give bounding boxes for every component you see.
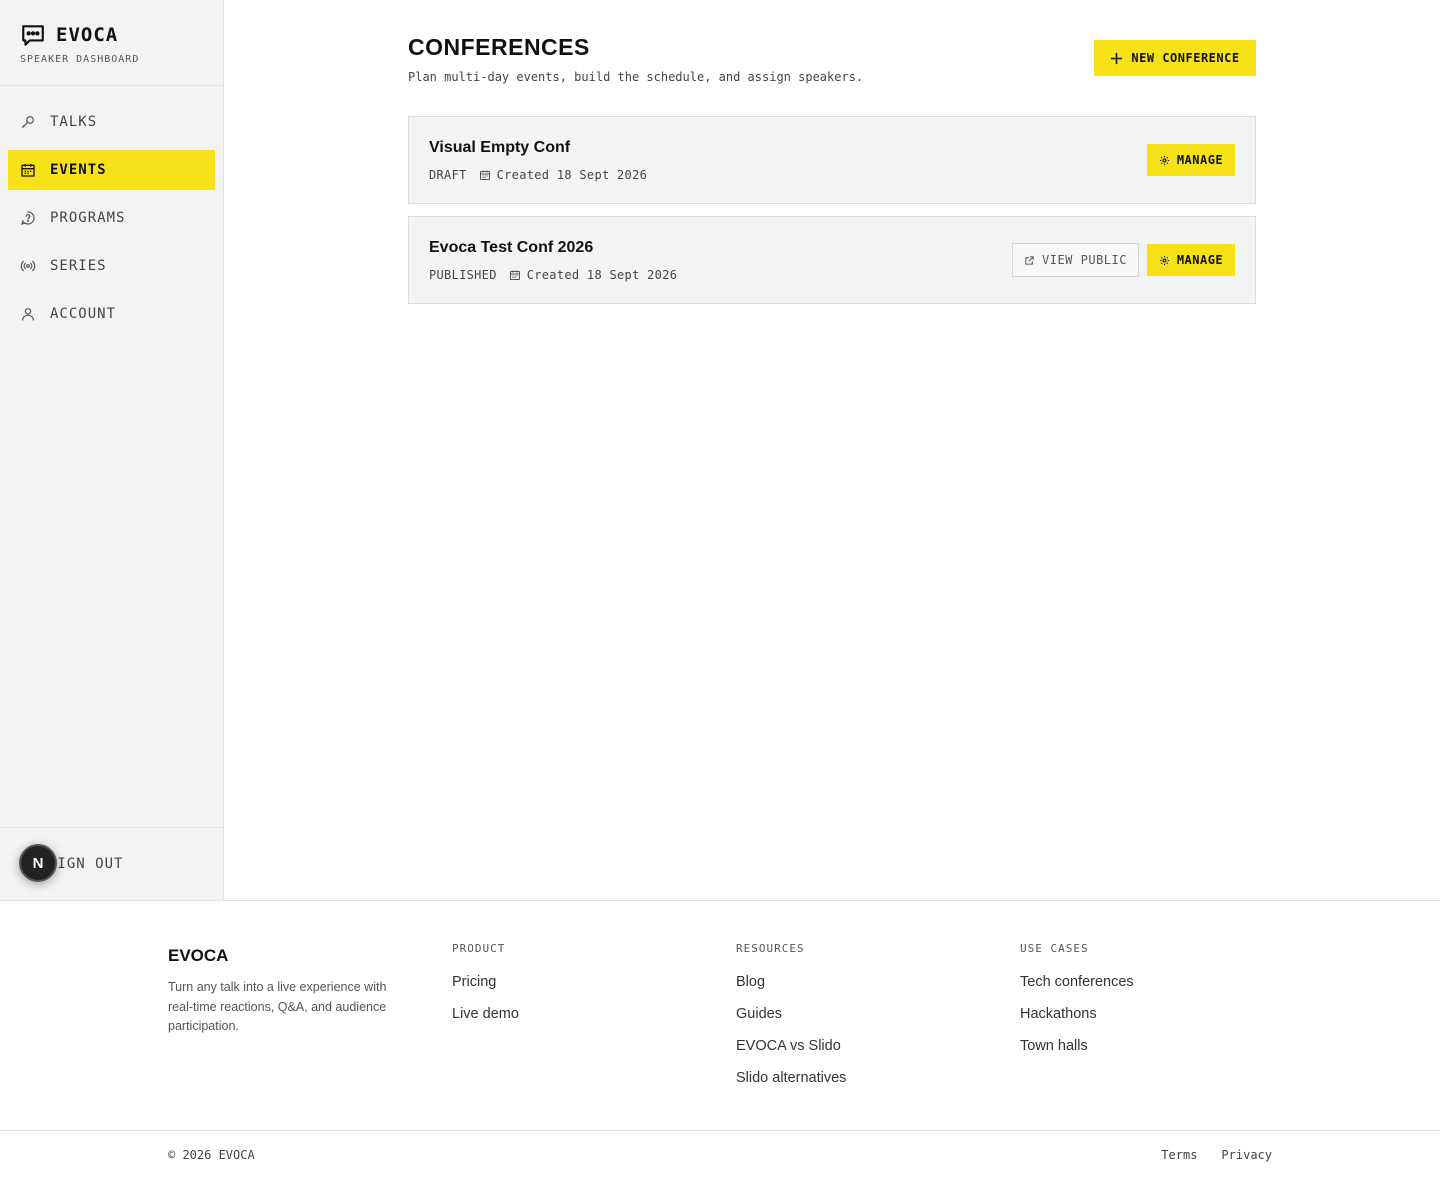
page-header: CONFERENCES Plan multi-day events, build…: [408, 34, 863, 84]
footer-column-use-cases: USE CASES Tech conferences Hackathons To…: [1020, 942, 1134, 1069]
footer-link-pricing[interactable]: Pricing: [452, 973, 519, 991]
page-title: CONFERENCES: [408, 34, 590, 60]
footer-column-heading: RESOURCES: [736, 942, 805, 955]
footer-link-guides[interactable]: Guides: [736, 1005, 846, 1023]
footer-link-terms[interactable]: Terms: [1161, 1148, 1197, 1162]
gear-icon: [1159, 255, 1169, 265]
view-public-label: VIEW PUBLIC: [1042, 253, 1127, 267]
chat-question-icon: [21, 211, 35, 225]
footer-bottom-bar: © 2026 EVOCA Terms Privacy: [0, 1130, 1440, 1178]
main-content: CONFERENCES Plan multi-day events, build…: [224, 0, 1440, 900]
footer-link-evoca-vs-slido[interactable]: EVOCA vs Slido: [736, 1037, 846, 1055]
sidebar-item-series[interactable]: SERIES: [8, 246, 215, 286]
footer-link-slido-alternatives[interactable]: Slido alternatives: [736, 1069, 846, 1087]
sign-out-area: SIGN OUT N: [0, 827, 223, 900]
conference-name: Visual Empty Conf: [429, 139, 571, 156]
brand-name: EVOCA: [56, 24, 119, 46]
sidebar-item-label: SERIES: [50, 258, 107, 274]
external-link-icon: [1025, 255, 1034, 265]
brand-subtitle: SPEAKER DASHBOARD: [20, 54, 140, 65]
conference-card: Visual Empty Conf DRAFT Created 18 Sept …: [408, 116, 1256, 204]
footer-column-resources: RESOURCES Blog Guides EVOCA vs Slido Sli…: [736, 942, 846, 1101]
calendar-icon: [479, 170, 490, 180]
copyright: © 2026 EVOCA: [168, 1148, 255, 1162]
calendar-icon: [509, 270, 520, 280]
footer-column-product: PRODUCT Pricing Live demo: [452, 942, 519, 1037]
mic-icon: [22, 116, 34, 128]
manage-button[interactable]: MANAGE: [1147, 144, 1235, 176]
brand-row[interactable]: EVOCA: [20, 22, 203, 48]
footer-column-heading: USE CASES: [1020, 942, 1089, 955]
manage-button[interactable]: MANAGE: [1147, 244, 1235, 276]
sidebar-nav: TALKS EVENTS PROGRAMS SERIES ACCOUNT: [0, 86, 223, 334]
manage-label: MANAGE: [1176, 153, 1224, 167]
chat-bubble-icon: [22, 25, 44, 46]
status-badge: PUBLISHED: [429, 268, 497, 282]
footer-link-privacy[interactable]: Privacy: [1221, 1148, 1272, 1162]
footer-description: Turn any talk into a live experience wit…: [168, 980, 387, 1033]
sidebar: EVOCA SPEAKER DASHBOARD TALKS EVENTS PRO…: [0, 0, 224, 900]
footer-brand[interactable]: EVOCA: [168, 946, 228, 966]
sidebar-item-label: EVENTS: [50, 162, 107, 178]
brand-block: EVOCA SPEAKER DASHBOARD: [0, 0, 223, 86]
status-badge: DRAFT: [429, 168, 467, 182]
conference-name: Evoca Test Conf 2026: [429, 239, 594, 256]
gear-icon: [1159, 155, 1169, 165]
footer-link-tech-conferences[interactable]: Tech conferences: [1020, 973, 1134, 991]
sidebar-item-label: PROGRAMS: [50, 210, 126, 226]
conference-meta: DRAFT Created 18 Sept 2026: [429, 168, 647, 182]
sidebar-item-label: ACCOUNT: [50, 306, 117, 322]
conference-card: Evoca Test Conf 2026 PUBLISHED Created 1…: [408, 216, 1256, 304]
conference-meta: PUBLISHED Created 18 Sept 2026: [429, 268, 677, 282]
sidebar-item-talks[interactable]: TALKS: [8, 102, 215, 142]
calendar-icon: [21, 164, 35, 177]
sidebar-item-account[interactable]: ACCOUNT: [8, 294, 215, 334]
new-conference-button[interactable]: NEW CONFERENCE: [1094, 40, 1256, 76]
footer-link-hackathons[interactable]: Hackathons: [1020, 1005, 1134, 1023]
footer-link-town-halls[interactable]: Town halls: [1020, 1037, 1134, 1055]
sign-out-button[interactable]: SIGN OUT: [48, 856, 123, 872]
plus-icon: [1111, 52, 1123, 64]
page-subtitle: Plan multi-day events, build the schedul…: [408, 70, 864, 84]
legal-links: Terms Privacy: [1161, 1148, 1272, 1162]
manage-label: MANAGE: [1176, 253, 1224, 267]
dev-tools-badge[interactable]: N: [19, 844, 57, 882]
broadcast-icon: [20, 260, 36, 272]
view-public-button[interactable]: VIEW PUBLIC: [1012, 243, 1139, 277]
footer-column-heading: PRODUCT: [452, 942, 506, 955]
sidebar-item-label: TALKS: [50, 114, 98, 130]
footer-link-live-demo[interactable]: Live demo: [452, 1005, 519, 1023]
created-date: Created 18 Sept 2026: [526, 268, 678, 282]
user-icon: [22, 308, 34, 321]
sidebar-item-events[interactable]: EVENTS: [8, 150, 215, 190]
created-date: Created 18 Sept 2026: [496, 168, 648, 182]
new-conference-label: NEW CONFERENCE: [1131, 51, 1240, 65]
site-footer: EVOCA Turn any talk into a live experien…: [0, 900, 1440, 1178]
sidebar-item-programs[interactable]: PROGRAMS: [8, 198, 215, 238]
footer-link-blog[interactable]: Blog: [736, 973, 846, 991]
